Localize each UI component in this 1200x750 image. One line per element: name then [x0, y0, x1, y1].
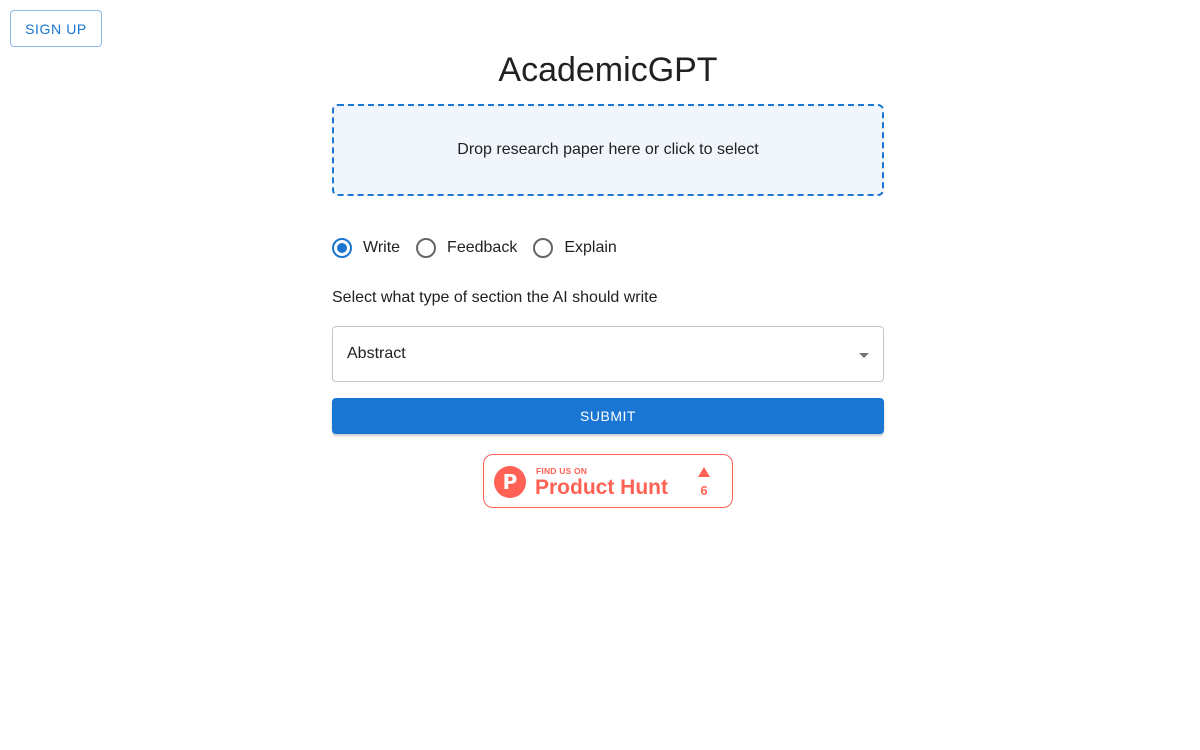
radio-label-feedback: Feedback — [447, 239, 518, 256]
radio-write[interactable]: Write — [332, 236, 400, 260]
select-value: Abstract — [347, 345, 406, 362]
radio-label-explain: Explain — [564, 239, 617, 256]
page-title: AcademicGPT — [498, 51, 718, 89]
radio-button-unchecked-icon[interactable] — [416, 238, 437, 258]
radio-feedback[interactable]: Feedback — [416, 236, 517, 260]
product-hunt-name: Product Hunt — [535, 476, 668, 499]
product-hunt-logo-icon: P — [494, 466, 526, 498]
radio-explain[interactable]: Explain — [533, 236, 617, 260]
radio-label-write: Write — [363, 239, 401, 256]
dropdown-arrow-icon — [859, 353, 869, 358]
file-dropzone[interactable]: Drop research paper here or click to sel… — [332, 104, 884, 196]
upvote-count: 6 — [700, 483, 708, 498]
sign-up-button[interactable]: SIGN UP — [10, 10, 102, 47]
section-type-select[interactable]: Abstract — [332, 326, 884, 382]
mode-radio-group: Write Feedback Explain — [332, 236, 633, 260]
upvote-arrow-icon — [698, 467, 710, 477]
submit-button[interactable]: SUBMIT — [332, 398, 884, 434]
product-hunt-badge[interactable]: P FIND US ON Product Hunt 6 — [483, 454, 733, 508]
radio-button-checked-icon[interactable] — [332, 238, 352, 258]
radio-button-unchecked-icon[interactable] — [533, 238, 554, 258]
dropzone-text: Drop research paper here or click to sel… — [457, 141, 759, 158]
product-hunt-tagline: FIND US ON — [536, 466, 588, 476]
section-instruction: Select what type of section the AI shoul… — [332, 289, 658, 306]
